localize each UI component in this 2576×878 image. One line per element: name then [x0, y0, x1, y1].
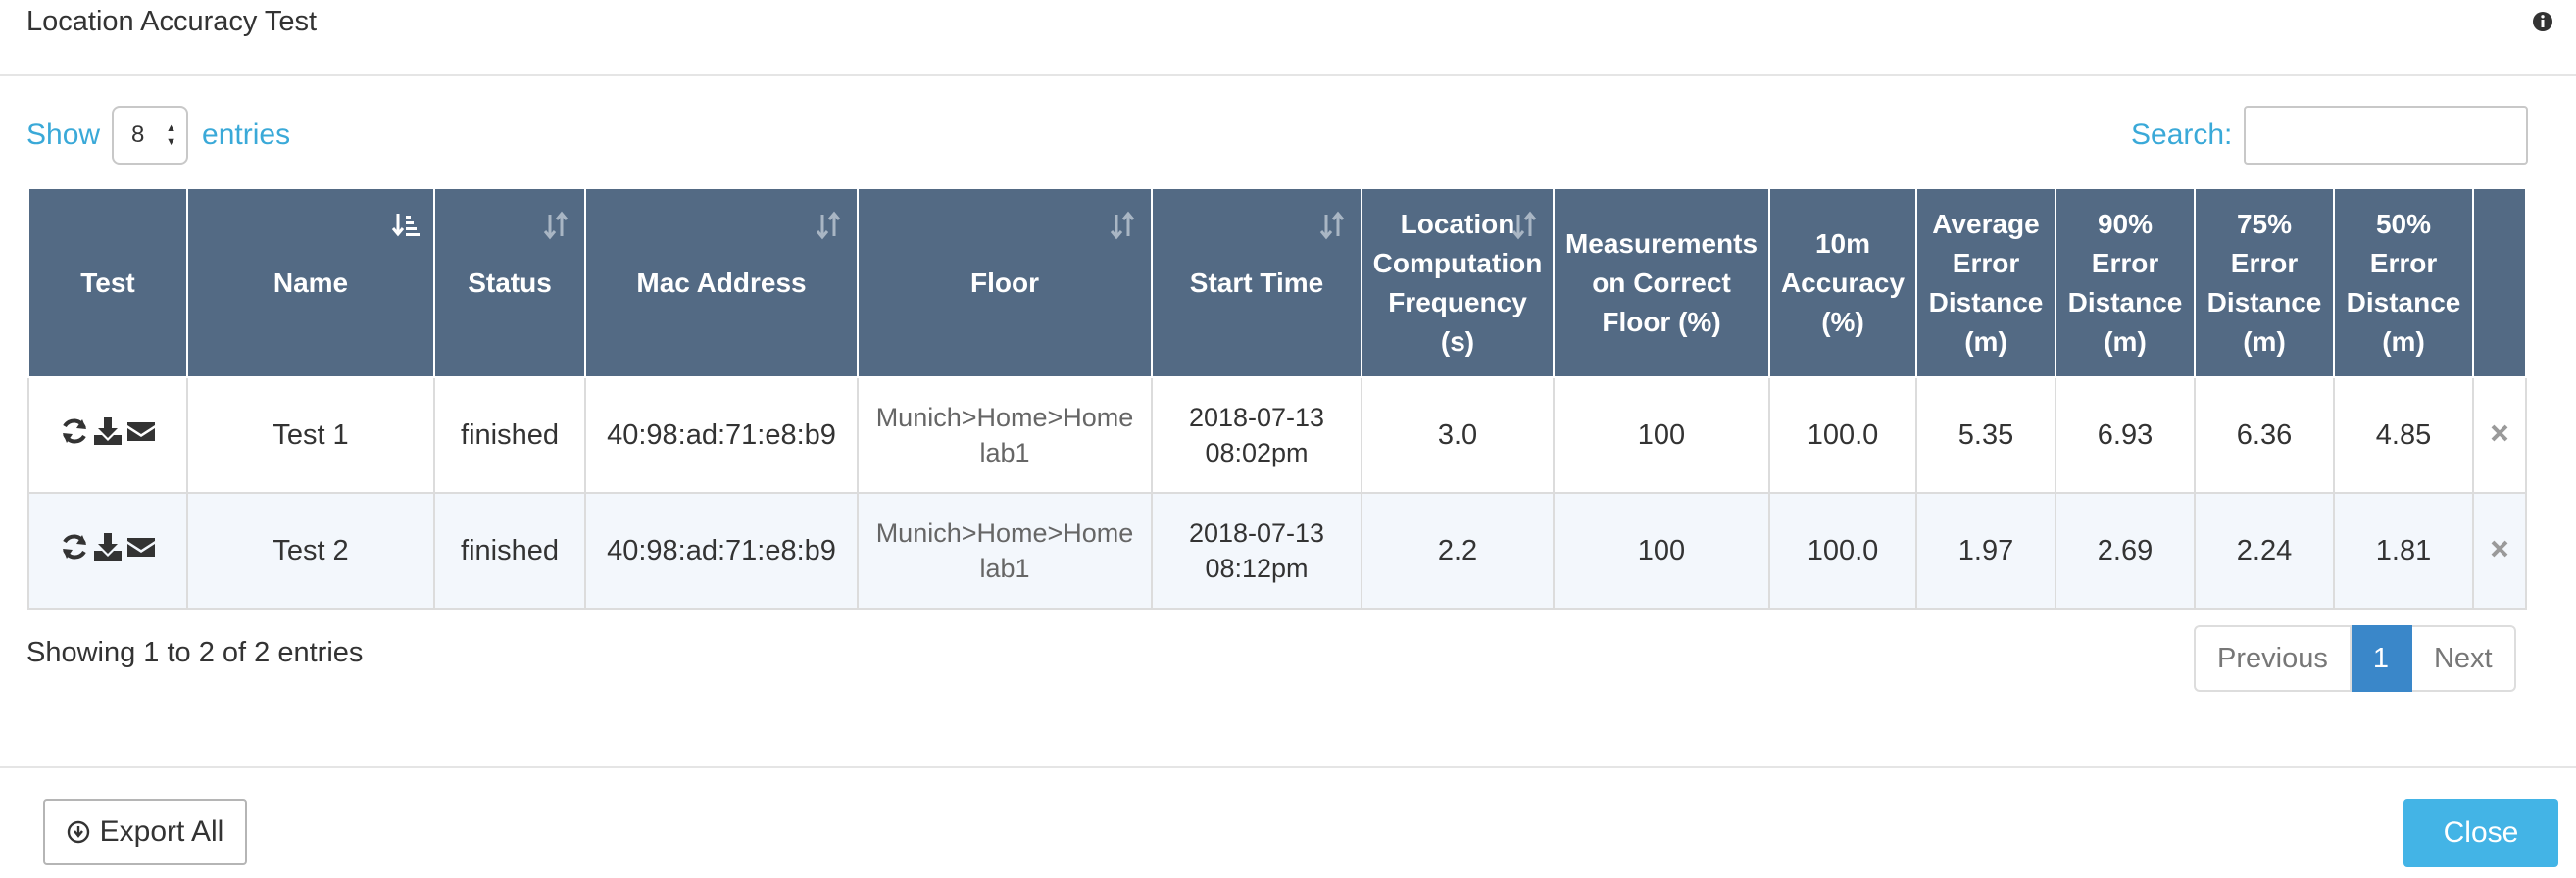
column-header-actions	[2472, 187, 2527, 378]
column-header-mac-address[interactable]: Mac Address	[584, 187, 859, 378]
column-header-test: Test	[27, 187, 188, 378]
previous-page-button[interactable]: Previous	[2194, 625, 2352, 692]
pagination: Previous 1 Next	[2194, 625, 2516, 692]
cell-10m-accuracy: 100.0	[1768, 376, 1917, 494]
download-circle-icon	[67, 820, 89, 844]
cell-average-error: 1.97	[1915, 492, 2056, 610]
sort-icon[interactable]	[1510, 211, 1539, 240]
search-input[interactable]	[2244, 106, 2529, 165]
column-header-90-error: 90% Error Distance (m)	[2055, 187, 2196, 378]
column-header-75-error: 75% Error Distance (m)	[2194, 187, 2335, 378]
column-header-name[interactable]: Name	[186, 187, 435, 378]
cell-correct-floor: 100	[1553, 492, 1770, 610]
cell-name: Test 1	[186, 376, 435, 494]
select-arrows-icon: ▲ ▼	[166, 122, 177, 148]
sort-icon[interactable]	[541, 211, 570, 240]
cell-start-time: 2018-07-13 08:02pm	[1151, 376, 1362, 494]
sort-icon[interactable]	[814, 211, 843, 240]
row-delete-cell	[2472, 492, 2527, 610]
row-action-cell	[27, 492, 188, 610]
start-date: 2018-07-13	[1188, 518, 1325, 548]
column-header-50-error: 50% Error Distance (m)	[2333, 187, 2474, 378]
envelope-icon[interactable]	[125, 531, 157, 562]
cell-50-error: 1.81	[2333, 492, 2474, 610]
close-button[interactable]: Close	[2403, 799, 2558, 867]
cell-status: finished	[433, 492, 586, 610]
entries-label: entries	[202, 119, 291, 151]
location-accuracy-dialog: Location Accuracy Test Show 8 ▲ ▼ entries…	[0, 0, 2576, 878]
search-control: Search:	[2131, 106, 2529, 165]
cell-90-error: 2.69	[2055, 492, 2196, 610]
sort-icon[interactable]	[1108, 211, 1137, 240]
cell-10m-accuracy: 100.0	[1768, 492, 1917, 610]
cell-start-time: 2018-07-13 08:12pm	[1151, 492, 1362, 610]
cell-mac-address: 40:98:ad:71:e8:b9	[584, 492, 859, 610]
table-row: Test 1 finished 40:98:ad:71:e8:b9 Munich…	[27, 376, 2527, 494]
close-icon[interactable]	[2489, 538, 2510, 560]
table-header-row: Test Name Status Mac Address Floor Start…	[27, 187, 2527, 378]
cell-frequency: 3.0	[1361, 376, 1555, 494]
cell-status: finished	[433, 376, 586, 494]
start-date: 2018-07-13	[1188, 403, 1325, 432]
show-label: Show	[26, 119, 101, 151]
cell-90-error: 6.93	[2055, 376, 2196, 494]
cell-50-error: 4.85	[2333, 376, 2474, 494]
export-all-label: Export All	[99, 815, 224, 848]
sort-ascending-icon[interactable]	[390, 211, 420, 240]
row-action-cell	[27, 376, 188, 494]
page-1-button[interactable]: 1	[2351, 625, 2412, 692]
cell-average-error: 5.35	[1915, 376, 2056, 494]
download-icon[interactable]	[92, 415, 124, 447]
page-length-select[interactable]: 8 ▲ ▼	[112, 106, 189, 165]
start-clock: 08:12pm	[1205, 554, 1309, 583]
results-table: Test Name Status Mac Address Floor Start…	[27, 187, 2527, 610]
cell-75-error: 6.36	[2194, 376, 2335, 494]
footer-divider	[0, 766, 2576, 768]
column-header-frequency[interactable]: Location Computation Frequency (s)	[1361, 187, 1555, 378]
envelope-icon[interactable]	[125, 415, 157, 447]
column-header-correct-floor: Measurements on Correct Floor (%)	[1553, 187, 1770, 378]
cell-75-error: 2.24	[2194, 492, 2335, 610]
export-all-button[interactable]: Export All	[43, 799, 247, 865]
table-info: Showing 1 to 2 of 2 entries	[26, 637, 364, 668]
column-header-start-time[interactable]: Start Time	[1151, 187, 1362, 378]
dialog-header: Location Accuracy Test	[0, 0, 2576, 76]
refresh-icon[interactable]	[59, 415, 90, 447]
close-icon[interactable]	[2489, 422, 2510, 444]
cell-mac-address: 40:98:ad:71:e8:b9	[584, 376, 859, 494]
column-header-floor[interactable]: Floor	[857, 187, 1153, 378]
start-clock: 08:02pm	[1205, 438, 1309, 467]
row-delete-cell	[2472, 376, 2527, 494]
cell-floor: Munich>Home>Home lab1	[857, 376, 1153, 494]
cell-correct-floor: 100	[1553, 376, 1770, 494]
cell-name: Test 2	[186, 492, 435, 610]
dialog-title: Location Accuracy Test	[26, 6, 318, 37]
info-icon[interactable]	[2532, 11, 2553, 32]
column-header-status[interactable]: Status	[433, 187, 586, 378]
download-icon[interactable]	[92, 531, 124, 562]
column-header-10m-accuracy: 10m Accuracy (%)	[1768, 187, 1917, 378]
search-label: Search:	[2131, 119, 2233, 151]
cell-floor: Munich>Home>Home lab1	[857, 492, 1153, 610]
column-header-average-error: Average Error Distance (m)	[1915, 187, 2056, 378]
next-page-button[interactable]: Next	[2411, 625, 2516, 692]
cell-frequency: 2.2	[1361, 492, 1555, 610]
sort-icon[interactable]	[1317, 211, 1347, 240]
table-row: Test 2 finished 40:98:ad:71:e8:b9 Munich…	[27, 492, 2527, 610]
page-length-value: 8	[131, 122, 145, 148]
refresh-icon[interactable]	[59, 531, 90, 562]
page-length-control: Show 8 ▲ ▼ entries	[26, 106, 290, 165]
